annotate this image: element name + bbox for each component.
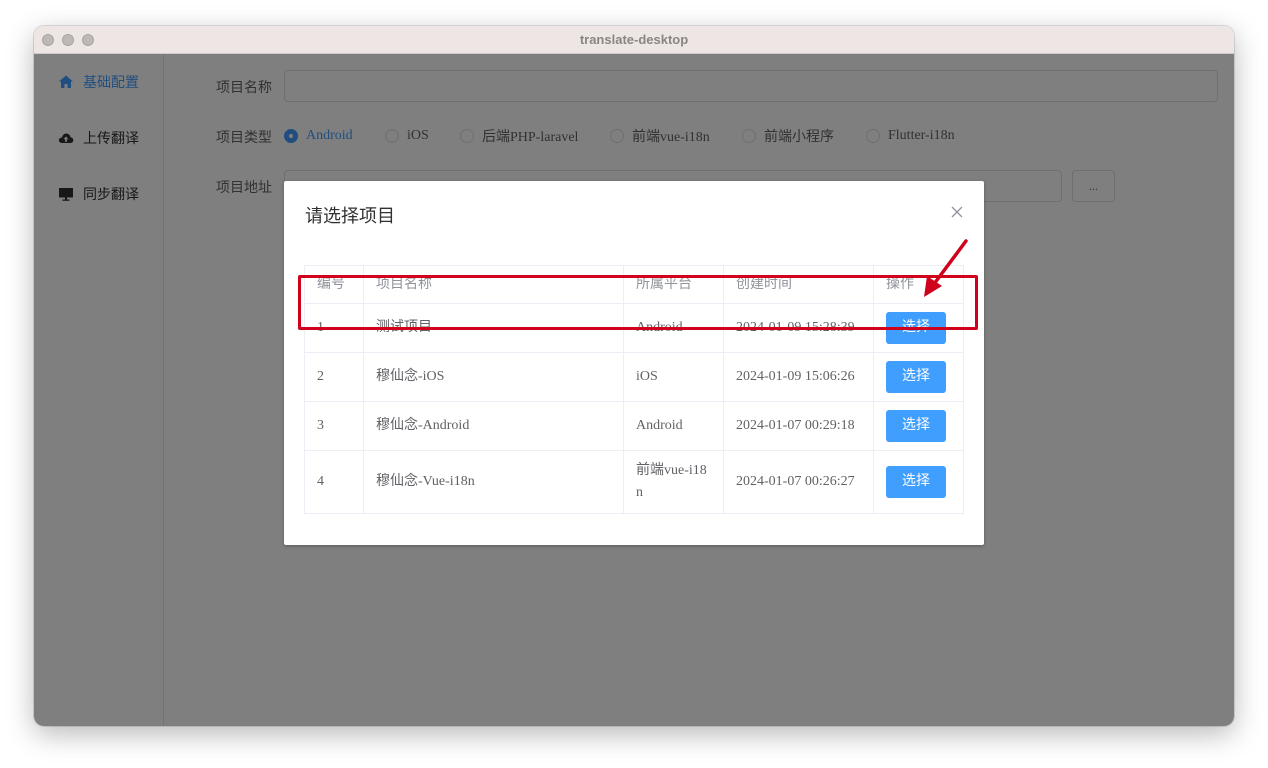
title-bar: translate-desktop (34, 26, 1234, 54)
app-content: 基础配置 上传翻译 同步翻译 项目名称 项目类型 Android (34, 54, 1234, 726)
window-title: translate-desktop (579, 32, 689, 47)
annotation-arrow-icon (924, 239, 968, 297)
app-window: translate-desktop 基础配置 上传翻译 同步翻译 (34, 26, 1234, 726)
